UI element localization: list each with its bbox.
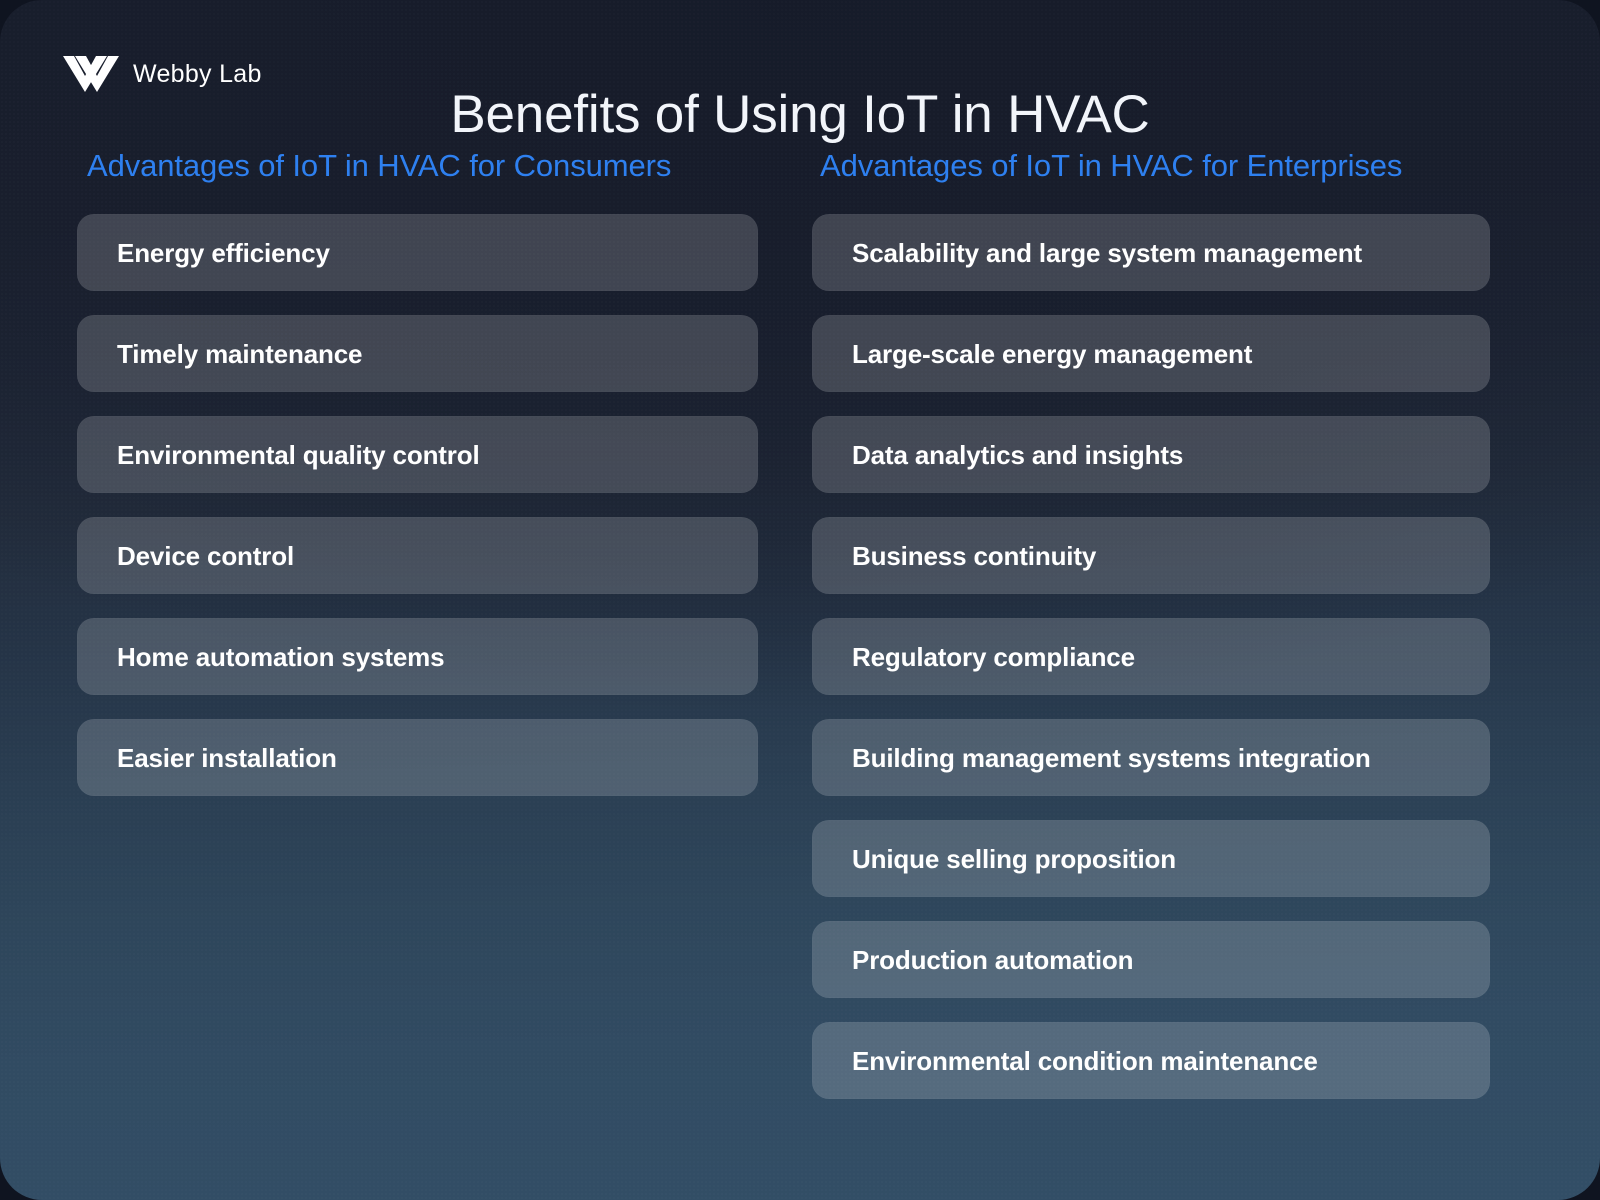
benefit-card[interactable]: Easier installation (77, 719, 758, 796)
benefit-card[interactable]: Timely maintenance (77, 315, 758, 392)
benefit-label: Environmental condition maintenance (852, 1045, 1318, 1076)
benefit-label: Device control (117, 540, 295, 571)
column-heading-enterprises: Advantages of IoT in HVAC for Enterprise… (820, 148, 1403, 183)
benefit-label: Home automation systems (117, 641, 445, 672)
infographic-canvas: Webby Lab Benefits of Using IoT in HVAC … (0, 0, 1600, 1200)
benefit-label: Energy efficiency (117, 237, 330, 268)
benefit-list-enterprises: Scalability and large system management … (812, 214, 1490, 1099)
benefit-label: Easier installation (117, 742, 337, 773)
benefit-label: Scalability and large system management (852, 237, 1363, 268)
columns-container: Advantages of IoT in HVAC for Consumers … (0, 148, 1600, 1099)
webbylab-chevron-logo-icon (62, 52, 120, 97)
benefit-card[interactable]: Regulatory compliance (812, 618, 1490, 695)
brand-logo: Webby Lab (62, 52, 262, 97)
benefit-label: Building management systems integration (852, 742, 1371, 773)
benefit-label: Environmental quality control (117, 439, 480, 470)
benefit-label: Data analytics and insights (852, 439, 1184, 470)
benefit-card[interactable]: Unique selling proposition (812, 820, 1490, 897)
benefit-card[interactable]: Production automation (812, 921, 1490, 998)
benefit-label: Timely maintenance (117, 338, 363, 369)
benefit-label: Regulatory compliance (852, 641, 1135, 672)
benefit-card[interactable]: Data analytics and insights (812, 416, 1490, 493)
benefit-label: Business continuity (852, 540, 1097, 571)
benefit-list-consumers: Energy efficiency Timely maintenance Env… (77, 214, 812, 796)
benefit-card[interactable]: Business continuity (812, 517, 1490, 594)
column-heading-consumers: Advantages of IoT in HVAC for Consumers (87, 148, 672, 183)
column-enterprises: Advantages of IoT in HVAC for Enterprise… (812, 148, 1490, 1099)
benefit-card[interactable]: Scalability and large system management (812, 214, 1490, 291)
benefit-label: Unique selling proposition (852, 843, 1176, 874)
benefit-label: Production automation (852, 944, 1134, 975)
brand-name: Webby Lab (133, 60, 262, 88)
column-consumers: Advantages of IoT in HVAC for Consumers … (77, 148, 812, 1099)
benefit-card[interactable]: Large-scale energy management (812, 315, 1490, 392)
benefit-card[interactable]: Device control (77, 517, 758, 594)
benefit-card[interactable]: Environmental quality control (77, 416, 758, 493)
benefit-card[interactable]: Environmental condition maintenance (812, 1022, 1490, 1099)
benefit-card[interactable]: Energy efficiency (77, 214, 758, 291)
benefit-label: Large-scale energy management (852, 338, 1253, 369)
benefit-card[interactable]: Home automation systems (77, 618, 758, 695)
benefit-card[interactable]: Building management systems integration (812, 719, 1490, 796)
